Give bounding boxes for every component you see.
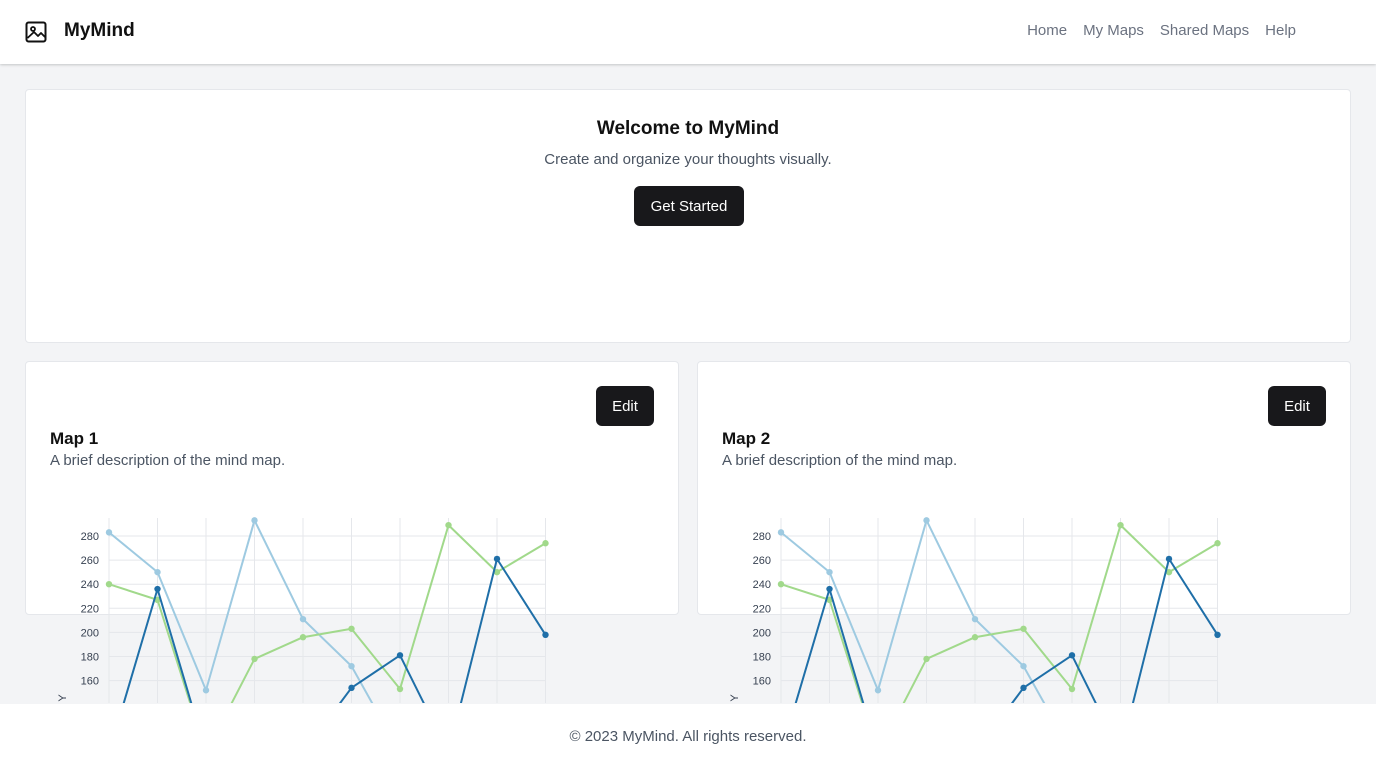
map-title: Map 2 (722, 429, 771, 448)
y-tick-label: 240 (81, 579, 99, 591)
y-tick-label: 260 (81, 555, 99, 567)
data-point (299, 634, 307, 641)
data-point (1068, 652, 1076, 659)
data-point (1020, 625, 1027, 632)
data-point (396, 685, 404, 693)
y-tick-label: 220 (81, 603, 99, 615)
main-nav: Home My Maps Shared Maps Help (1027, 22, 1296, 39)
map-title: Map 1 (50, 429, 99, 448)
hero-section: Welcome to MyMind Create and organize yo… (25, 89, 1351, 343)
data-point (1068, 685, 1076, 693)
data-point (348, 625, 355, 632)
data-point (826, 585, 833, 593)
y-axis-label: Y (729, 694, 741, 702)
data-point (105, 529, 113, 536)
data-point (299, 615, 307, 623)
map-chart-2: 160 180 200 220 240 260 280 Y (716, 510, 1236, 703)
nav-my-maps[interactable]: My Maps (1083, 22, 1144, 39)
y-tick-label: 180 (81, 652, 99, 664)
data-point (923, 655, 930, 663)
data-point (777, 581, 785, 588)
y-tick-label: 200 (81, 627, 99, 639)
nav-shared-maps[interactable]: Shared Maps (1160, 22, 1249, 39)
data-point (445, 521, 452, 529)
y-tick-label: 160 (81, 676, 99, 688)
series-line (780, 519, 1046, 703)
get-started-button[interactable]: Get Started (634, 186, 744, 226)
data-point (154, 568, 161, 576)
data-point (251, 655, 258, 663)
data-point (971, 634, 979, 641)
data-point (923, 517, 930, 524)
y-tick-label: 280 (753, 531, 771, 543)
data-point (251, 517, 258, 524)
data-point (105, 581, 113, 588)
data-point (1117, 521, 1124, 529)
top-header: MyMind Home My Maps Shared Maps Help (0, 0, 1376, 64)
hero-title: Welcome to MyMind (596, 118, 780, 139)
y-tick-label: 200 (753, 627, 771, 639)
map-chart-1: 160 180 200 220 240 260 280 Y (44, 510, 564, 703)
copyright-text: © 2023 MyMind. All rights reserved. (569, 728, 807, 745)
series-line (794, 557, 1219, 703)
y-tick-label: 280 (81, 531, 99, 543)
y-axis-label: Y (57, 694, 69, 702)
y-tick-label: 180 (753, 652, 771, 664)
series-line (108, 519, 374, 703)
nav-help[interactable]: Help (1265, 22, 1296, 39)
edit-button[interactable]: Edit (596, 386, 654, 426)
edit-button[interactable]: Edit (1268, 386, 1326, 426)
data-point (348, 662, 355, 670)
y-tick-label: 240 (753, 579, 771, 591)
map-description: A brief description of the mind map. (722, 452, 958, 469)
data-point (1165, 555, 1173, 563)
data-point (1020, 662, 1027, 670)
y-tick-label: 160 (753, 676, 771, 688)
page-footer: © 2023 MyMind. All rights reserved. (0, 704, 1376, 768)
data-point (202, 687, 210, 694)
data-point (1020, 684, 1027, 692)
data-point (874, 687, 882, 694)
data-point (1214, 631, 1221, 639)
y-tick-label: 220 (753, 603, 771, 615)
series-line (122, 557, 547, 703)
data-point (396, 652, 404, 659)
map-description: A brief description of the mind map. (50, 452, 286, 469)
image-icon[interactable] (25, 21, 47, 43)
data-point (542, 540, 549, 547)
brand-name[interactable]: MyMind (64, 20, 135, 42)
line-chart: 160 180 200 220 240 260 280 Y (729, 517, 1221, 703)
data-point (348, 684, 355, 692)
data-point (1214, 540, 1221, 547)
data-point (971, 615, 979, 623)
y-tick-label: 260 (753, 555, 771, 567)
data-point (777, 529, 785, 536)
data-point (826, 568, 833, 576)
data-point (542, 631, 549, 639)
nav-home[interactable]: Home (1027, 22, 1067, 39)
hero-subtitle: Create and organize your thoughts visual… (544, 151, 832, 168)
data-point (493, 555, 501, 563)
data-point (154, 585, 161, 593)
line-chart: 160 180 200 220 240 260 280 Y (57, 517, 549, 703)
